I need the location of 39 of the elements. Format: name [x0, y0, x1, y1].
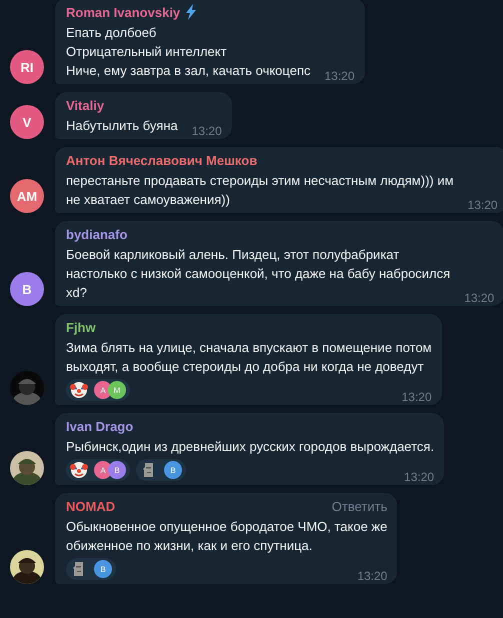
author-name[interactable]: Vitaliy — [66, 98, 104, 113]
clown-icon — [70, 461, 88, 479]
reactor-avatar: A — [94, 461, 112, 479]
reaction-chip[interactable]: A B — [66, 459, 130, 481]
message-time: 13:20 — [464, 291, 494, 305]
author-name[interactable]: bydianafo — [66, 227, 128, 242]
reactor-avatar: B — [94, 560, 112, 578]
message-text: Боевой карликовый алень. Пиздец, этот полуфабрикат настолько с низкой самооценкой, что даже на бабу набросился xd? — [66, 246, 450, 302]
avatar[interactable]: V — [10, 105, 44, 139]
message-time: 13:20 — [404, 470, 434, 484]
reaction-chip[interactable]: A M — [66, 379, 130, 401]
reaction-chip[interactable]: B — [136, 459, 186, 481]
avatar[interactable]: RI — [10, 50, 44, 84]
reactor-avatar: B — [164, 461, 182, 479]
message-text: Набутылить буяна — [66, 117, 178, 135]
author-name[interactable]: Ivan Drago — [66, 419, 134, 434]
clown-icon — [70, 381, 88, 399]
author-name[interactable]: Антон Вячеславович Мешков — [66, 153, 258, 168]
author-name[interactable]: Fjhw — [66, 320, 96, 335]
message-text: Зима блять на улице, сначала впускают в помещение потом выходят, а вообще стероиды до добра ни когда не доведут — [66, 339, 432, 376]
reactor-avatar: B — [108, 461, 126, 479]
message-text: Обыкновенное опущенное бородатое ЧМО, такое же обиженное по жизни, как и его спутница. — [66, 518, 388, 555]
reply-link[interactable]: Ответить — [332, 499, 388, 514]
reaction-chip[interactable]: B — [66, 558, 116, 580]
author-name[interactable]: NOMAD — [66, 499, 116, 514]
message-text: перестаньте продавать стероиды этим несчастным людям))) им не хватает самоуважения)) — [66, 172, 454, 209]
message-time: 13:20 — [324, 69, 355, 83]
message-time: 13:20 — [192, 124, 222, 138]
message-time: 13:20 — [357, 569, 388, 583]
message-time: 13:20 — [468, 198, 498, 212]
reactor-avatar: A — [94, 381, 112, 399]
avatar[interactable]: AM — [10, 179, 44, 213]
lightning-icon — [185, 4, 198, 20]
author-name[interactable]: Roman Ivanovskiy — [66, 4, 198, 20]
reactor-avatar: M — [108, 381, 126, 399]
message-time: 13:20 — [402, 390, 432, 404]
message-text: Рыбинск,один из древнейших русских городов вырождается. — [66, 438, 434, 456]
avatar[interactable]: B — [10, 272, 44, 306]
message-text: Епать долбоеб Отрицательный интеллект Ниче, ему завтра в зал, качать очкоцепс — [66, 24, 310, 80]
